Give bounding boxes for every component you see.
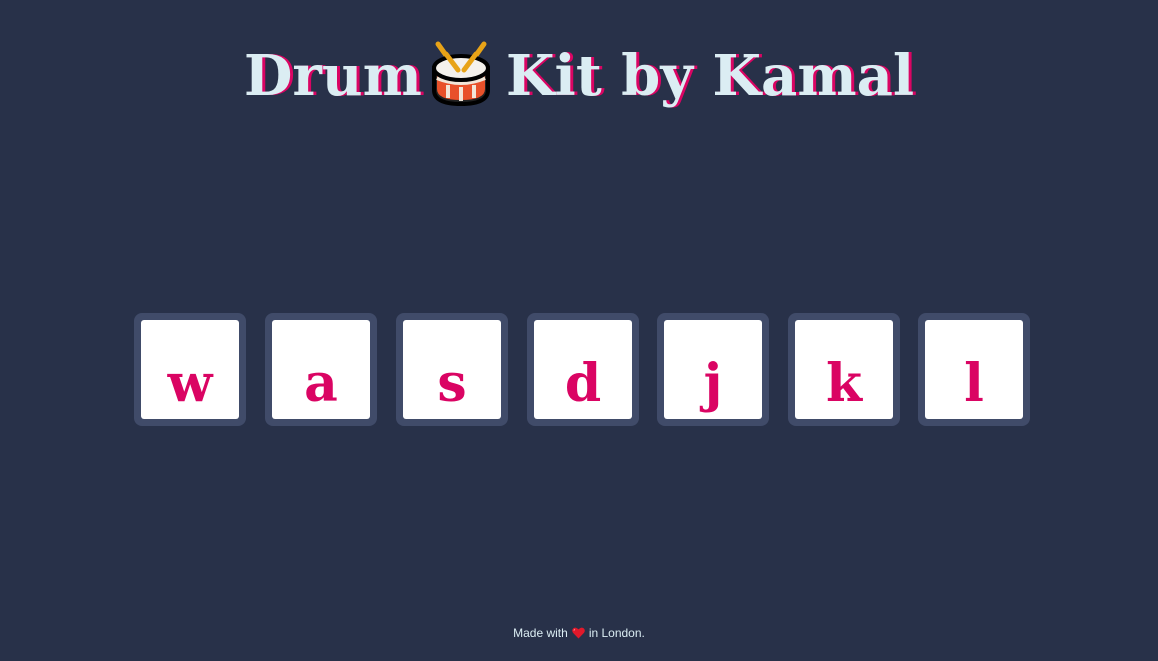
drum-keys: w a s d j k l (134, 313, 1034, 426)
key-letter: k (825, 353, 863, 414)
footer-made-with: Made with (513, 626, 568, 640)
key-w[interactable]: w (134, 313, 246, 426)
drum-icon (431, 41, 490, 107)
key-j[interactable]: j (657, 313, 769, 426)
footer-location: in London. (588, 626, 645, 640)
title-text-drum: Drum (243, 43, 422, 109)
heart-icon (572, 627, 585, 639)
key-s[interactable]: s (396, 313, 508, 426)
key-letter: s (437, 353, 467, 414)
footer: Made with in London. (0, 624, 1158, 642)
key-face: w (141, 320, 239, 419)
key-face: a (272, 320, 370, 419)
key-letter: d (564, 353, 602, 414)
key-letter: l (964, 353, 984, 414)
key-letter: j (703, 353, 723, 414)
key-k[interactable]: k (788, 313, 900, 426)
title-text-kit: Kit by Kamal (505, 43, 915, 109)
key-l[interactable]: l (918, 313, 1030, 426)
page-title: Drum Kit by Kamal (0, 40, 1158, 116)
key-face: j (664, 320, 762, 419)
key-face: k (795, 320, 893, 419)
key-face: l (925, 320, 1023, 419)
key-d[interactable]: d (527, 313, 639, 426)
key-a[interactable]: a (265, 313, 377, 426)
key-letter: a (304, 353, 338, 414)
key-face: s (403, 320, 501, 419)
key-face: d (534, 320, 632, 419)
key-letter: w (167, 353, 213, 414)
